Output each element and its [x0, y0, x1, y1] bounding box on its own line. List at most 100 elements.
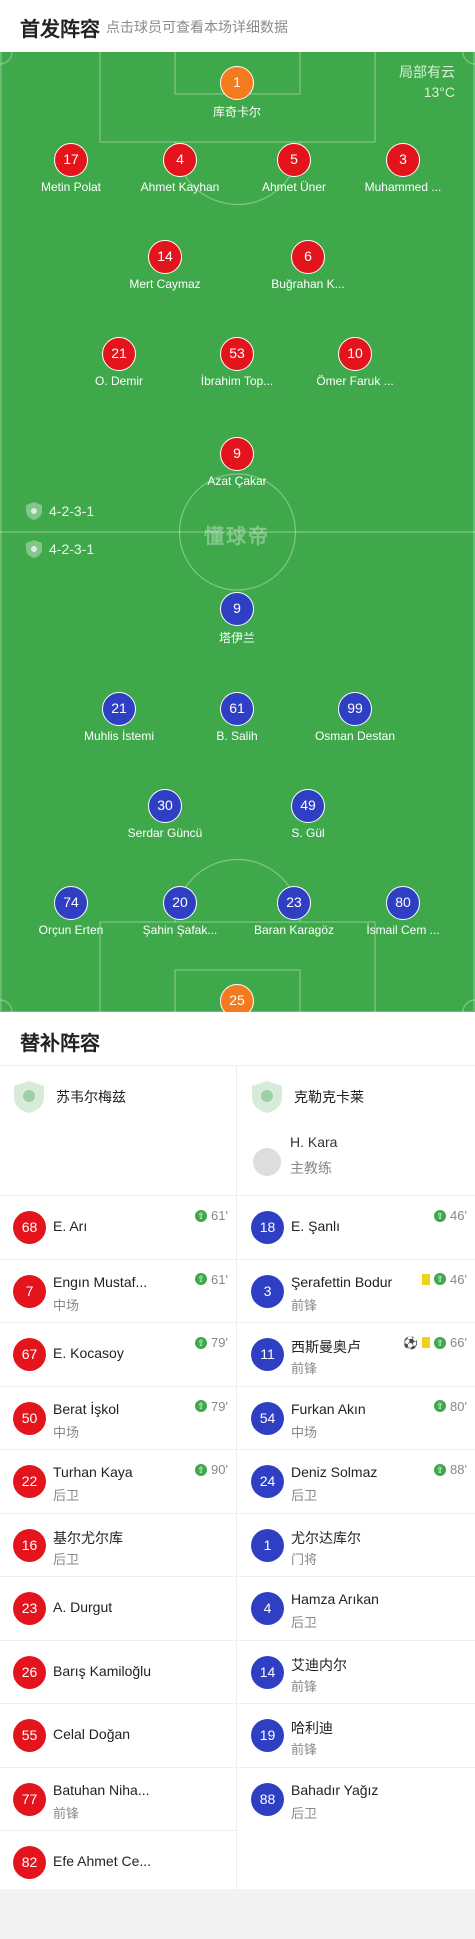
away-player-2[interactable]: 21 Muhlis İstemi — [59, 692, 179, 743]
home-player-6[interactable]: 14 Mert Caymaz — [105, 240, 225, 291]
sub-player-row[interactable]: 7 Engın Mustaf... 中场 ⇧ 61' — [0, 1258, 236, 1323]
subs-header: 替补阵容 — [0, 1012, 475, 1066]
sub-player-row[interactable]: 1 尤尔达库尔 门将 — [238, 1512, 475, 1577]
sub-player-row[interactable]: 54 Furkan Akın 中场 ⇧ 80' — [238, 1385, 475, 1450]
sub-player-row[interactable]: 88 Bahadır Yağız 后卫 — [238, 1766, 475, 1831]
sub-player-row[interactable]: 22 Turhan Kaya 后卫 ⇧ 90' — [0, 1449, 236, 1513]
player-name: Ömer Faruk ... — [316, 374, 394, 388]
away-formation-label: 4-2-3-1 — [49, 541, 95, 557]
away-player-8[interactable]: 20 Şahin Şafak... — [120, 886, 240, 937]
home-player-9[interactable]: 53 İbrahim Top... — [177, 337, 297, 388]
jersey-number: 49 — [291, 789, 325, 823]
away-team-header[interactable]: 克勒克卡莱 — [238, 1066, 475, 1128]
sub-on-time: 46' — [450, 1208, 467, 1223]
away-player-1[interactable]: 9 塔伊兰 — [177, 592, 297, 646]
sub-player-position: 后卫 — [291, 1615, 318, 1630]
team-crest-icon — [14, 1081, 44, 1113]
sub-player-row[interactable]: 82 Efe Ahmet Ce... — [0, 1830, 236, 1894]
home-player-11[interactable]: 9 Azat Çakar — [177, 437, 297, 488]
home-player-2[interactable]: 17 Metin Polat — [11, 143, 131, 194]
home-team-name: 苏韦尔梅兹 — [56, 1089, 126, 1105]
sub-player-row[interactable]: 68 E. Arı ⇧ 61' — [0, 1195, 236, 1259]
sub-on-time: 90' — [211, 1462, 228, 1477]
sub-player-position: 前锋 — [291, 1678, 318, 1694]
away-player-10[interactable]: 80 İsmail Cem ... — [343, 886, 463, 937]
home-player-4[interactable]: 5 Ahmet Üner — [234, 143, 354, 194]
sub-on-time: 80' — [450, 1398, 467, 1414]
sub-player-name: Batuhan Niha... — [53, 1781, 150, 1798]
sub-on-icon: ⇧ — [195, 1463, 208, 1476]
sub-player-row[interactable]: 16 基尔尤尔库 后卫 — [0, 1512, 236, 1577]
team-crest-icon — [252, 1081, 282, 1113]
sub-jersey-number: 67 — [13, 1338, 46, 1371]
sub-player-position: 后卫 — [291, 1488, 318, 1503]
sub-player-name: 基尔尤尔库 — [53, 1529, 123, 1546]
sub-player-name: Şerafettin Bodur — [291, 1273, 393, 1290]
sub-player-position: 中场 — [53, 1297, 80, 1313]
home-player-7[interactable]: 6 Buğrahan K... — [248, 240, 368, 291]
sub-player-name: Hamza Arıkan — [291, 1591, 379, 1607]
away-player-3[interactable]: 61 B. Salih — [177, 692, 297, 743]
sub-player-row[interactable]: 26 Barış Kamiloğlu — [0, 1639, 236, 1704]
away-player-6[interactable]: 49 S. Gül — [248, 789, 368, 840]
sub-player-row[interactable]: 67 E. Kocasoy ⇧ 79' — [0, 1322, 236, 1386]
sub-player-row[interactable]: 77 Batuhan Niha... 前锋 — [0, 1766, 236, 1831]
sub-on-icon: ⇧ — [195, 1273, 208, 1285]
away-player-4[interactable]: 99 Osman Destan — [295, 692, 415, 743]
away-player-11[interactable]: 25巴拉班 — [177, 984, 297, 1012]
sub-jersey-number: 7 — [13, 1274, 46, 1308]
sub-player-row[interactable]: 14 艾迪内尔 前锋 — [238, 1639, 475, 1704]
yellow-card-icon — [422, 1337, 431, 1348]
sub-player-position: 门将 — [291, 1551, 318, 1567]
sub-player-position: 后卫 — [291, 1805, 318, 1821]
home-player-1[interactable]: 1 库奇卡尔 — [177, 66, 297, 120]
sub-player-name: Barış Kamiloğlu — [53, 1662, 152, 1679]
sub-event: ⚽ ⇧ 66' — [403, 1335, 467, 1350]
home-player-3[interactable]: 4 Ahmet Kayhan — [120, 143, 240, 194]
sub-player-row[interactable]: 18 E. Şanlı ⇧ 46' — [238, 1195, 475, 1259]
away-player-9[interactable]: 23 Baran Karagöz — [234, 886, 354, 937]
sub-on-icon: ⇧ — [195, 1400, 208, 1412]
sub-on-icon: ⇧ — [434, 1336, 447, 1349]
pitch: 局部有云 13°C 4-2-3-1 4-2-3-1 懂球帝 1 库奇卡尔 17 Met… — [0, 52, 475, 1012]
jersey-number: 20 — [163, 886, 197, 920]
player-name: Muhlis İstemi — [83, 729, 154, 743]
sub-player-row[interactable]: 55 Celal Doğan — [0, 1703, 236, 1767]
home-team-header[interactable]: 苏韦尔梅兹 — [0, 1066, 236, 1128]
sub-player-row[interactable]: 19 哈利迪 前锋 — [238, 1703, 475, 1767]
jersey-number: 23 — [277, 886, 311, 920]
player-name: S. Gül — [291, 826, 325, 840]
sub-jersey-number: 18 — [251, 1211, 284, 1244]
sub-on-time: 88' — [450, 1462, 467, 1477]
home-subs: 苏韦尔梅兹 68 E. Arı ⇧ 61' 7 Engın Mustaf... 中场 ⇧ 61'… — [0, 1066, 237, 1894]
sub-player-name: Deniz Solmaz — [291, 1464, 378, 1480]
home-coach-spacer — [0, 1128, 236, 1195]
sub-player-row[interactable]: 50 Berat İşkol 中场 ⇧ 79' — [0, 1385, 236, 1450]
sub-player-row[interactable]: 23 A. Durgut — [0, 1576, 236, 1640]
jersey-number: 80 — [386, 886, 420, 920]
sub-jersey-number: 77 — [13, 1782, 46, 1816]
away-coach[interactable]: H. Kara 主教练 — [238, 1128, 475, 1195]
sub-player-name: Bahadır Yağız — [291, 1781, 379, 1798]
sub-player-row[interactable]: 11 西斯曼奥卢 前锋 ⚽ ⇧ 66' — [238, 1322, 475, 1386]
away-player-5[interactable]: 30 Serdar Güncü — [105, 789, 225, 840]
sub-player-row[interactable]: 3 Şerafettin Bodur 前锋 ⇧ 46' — [238, 1258, 475, 1323]
sub-jersey-number: 3 — [251, 1274, 284, 1308]
sub-player-name: E. Arı — [53, 1218, 88, 1234]
player-name: Ahmet Üner — [261, 180, 327, 194]
jersey-number: 21 — [102, 337, 136, 371]
sub-event: ⇧ 80' — [434, 1399, 467, 1414]
home-player-8[interactable]: 21 O. Demir — [59, 337, 179, 388]
player-name: İbrahim Top... — [200, 374, 274, 388]
player-name: B. Salih — [216, 729, 258, 743]
away-player-7[interactable]: 74 Orçun Erten — [11, 886, 131, 937]
sub-event: ⇧ 46' — [422, 1272, 467, 1287]
home-player-5[interactable]: 3 Muhammed ... — [343, 143, 463, 194]
sub-player-row[interactable]: 4 Hamza Arıkan 后卫 — [238, 1576, 475, 1640]
home-player-10[interactable]: 10 Ömer Faruk ... — [295, 337, 415, 388]
sub-jersey-number: 54 — [251, 1401, 284, 1435]
player-name: Şahin Şafak... — [142, 923, 218, 937]
sub-player-row[interactable]: 24 Deniz Solmaz 后卫 ⇧ 88' — [238, 1449, 475, 1513]
watermark-logo: 懂球帝 — [204, 526, 270, 548]
sub-player-name: Furkan Akın — [291, 1400, 366, 1417]
